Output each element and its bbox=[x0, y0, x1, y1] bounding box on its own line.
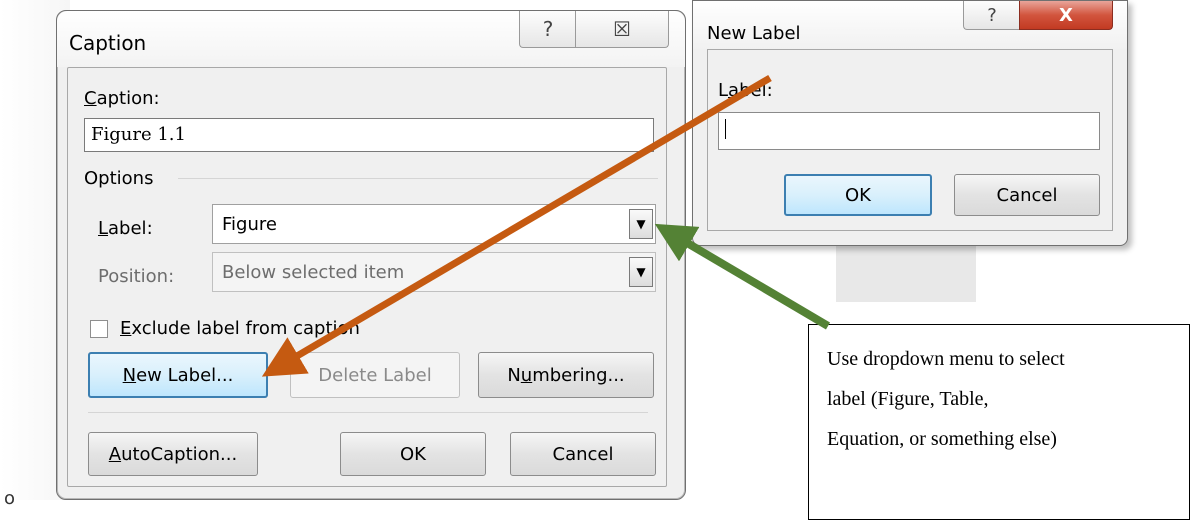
annotation-arrows bbox=[261, 74, 831, 377]
green-arrow bbox=[654, 223, 831, 330]
bullet-marker: o bbox=[4, 488, 16, 509]
orange-arrow bbox=[261, 74, 772, 377]
